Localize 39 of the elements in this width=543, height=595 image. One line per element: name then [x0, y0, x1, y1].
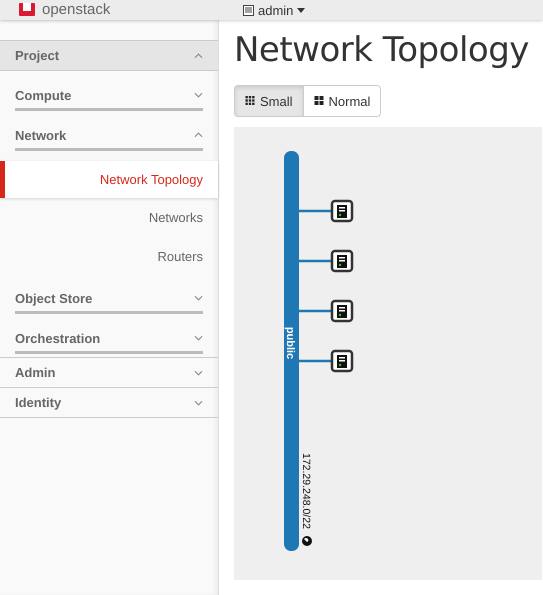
user-menu[interactable]: admin	[243, 2, 306, 18]
grid-icon	[314, 96, 325, 106]
sidebar-group[interactable]: Network	[15, 123, 203, 151]
chevron-icon	[194, 52, 203, 58]
chevron-icon	[194, 400, 203, 406]
sidebar-group[interactable]: Orchestration	[15, 326, 203, 354]
link-line	[299, 260, 331, 262]
view-button[interactable]: Small	[234, 85, 304, 117]
server-icon[interactable]	[330, 250, 354, 272]
grid-icon	[245, 96, 256, 106]
server-icon[interactable]	[330, 300, 354, 322]
document-icon	[243, 4, 254, 16]
server-icon[interactable]	[330, 350, 354, 372]
caret-icon	[297, 8, 306, 12]
network-bar[interactable]: public	[284, 151, 299, 551]
page-title: Network Topology	[234, 30, 530, 72]
sidebar-panel[interactable]: Identity	[0, 387, 218, 418]
logo-icon	[18, 3, 36, 17]
chevron-icon	[194, 92, 203, 98]
link-line	[299, 310, 331, 312]
link-line	[299, 210, 331, 212]
sidebar-item[interactable]: Routers	[0, 238, 218, 276]
network-label: public	[284, 326, 296, 360]
sidebar-item[interactable]: Networks	[0, 199, 218, 237]
logo-text: openstack	[42, 2, 110, 18]
chevron-icon	[194, 370, 203, 376]
sidebar-panel[interactable]: Project	[0, 40, 218, 71]
sidebar-group[interactable]: Object Store	[15, 286, 203, 314]
globe-icon	[302, 536, 312, 546]
sidebar-group[interactable]: Compute	[15, 83, 203, 111]
chevron-icon	[194, 132, 203, 138]
chevron-icon	[194, 295, 203, 301]
subnet-cidr: 172.29.248.0/22	[300, 453, 312, 529]
sidebar-item[interactable]: Network Topology	[0, 161, 218, 198]
sidebar-panel[interactable]: Admin	[0, 357, 218, 388]
view-button[interactable]: Normal	[304, 85, 382, 117]
server-icon[interactable]	[330, 200, 354, 222]
link-line	[299, 360, 331, 362]
chevron-icon	[194, 335, 203, 341]
